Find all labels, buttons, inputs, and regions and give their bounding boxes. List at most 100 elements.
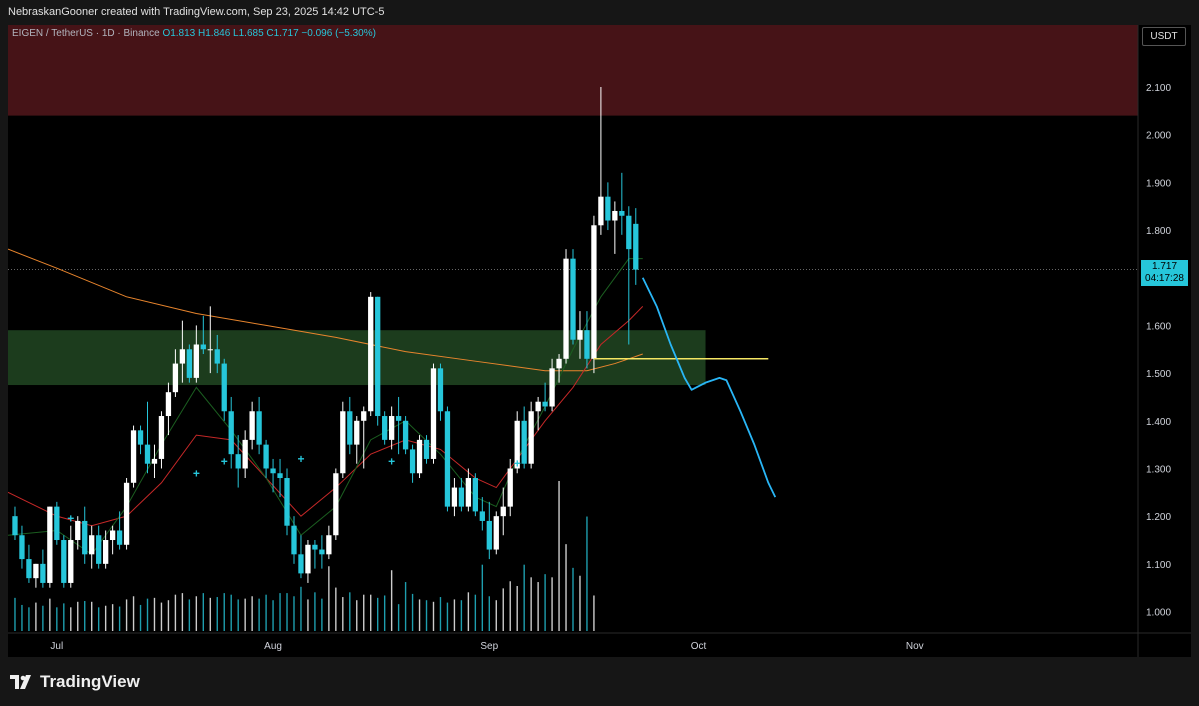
- symbol-legend[interactable]: EIGEN / TetherUS · 1D · Binance O1.813 H…: [12, 28, 376, 39]
- candle-body: [521, 420, 527, 464]
- candle-body: [361, 411, 367, 421]
- candle-body: [472, 478, 478, 512]
- candle-body: [270, 468, 276, 474]
- candle-body: [333, 473, 339, 536]
- candle-body: [61, 540, 67, 583]
- price-chart[interactable]: + + + + + +1.000 1.100 1.200 1.300 1.400 1.500 1.60…: [8, 25, 1191, 657]
- candle-body: [291, 525, 297, 555]
- candle-body: [256, 411, 262, 445]
- chart-area[interactable]: + + + + + +1.000 1.100 1.200 1.300 1.400 1.500 1.60…: [8, 25, 1191, 657]
- candle-body: [584, 330, 590, 359]
- time-tick-label: Nov: [906, 641, 924, 652]
- candle-body: [144, 444, 151, 464]
- candle-body: [402, 420, 409, 450]
- candle-body: [368, 296, 374, 412]
- candle-body: [200, 344, 206, 350]
- candle-body: [437, 368, 444, 412]
- candle-body: [528, 411, 534, 464]
- candle-body: [319, 549, 325, 555]
- candle-body: [423, 439, 430, 459]
- price-tick-label: 1.100: [1146, 560, 1171, 571]
- price-tick-label: 1.300: [1146, 464, 1171, 475]
- candle-body: [542, 401, 548, 407]
- candle-body: [19, 535, 25, 560]
- candle-body: [451, 487, 458, 507]
- candle-body: [298, 554, 304, 574]
- candle-body: [75, 520, 81, 541]
- candle-body: [486, 520, 492, 550]
- candle-body: [242, 439, 248, 469]
- last-price-value: 1.717: [1151, 261, 1178, 272]
- candle-body: [549, 368, 555, 407]
- candle-body: [458, 487, 465, 507]
- candle-body: [12, 516, 18, 536]
- candle-body: [130, 430, 137, 483]
- candle-body: [103, 540, 109, 564]
- signal-marker: +: [67, 512, 74, 526]
- candle-body: [151, 458, 158, 464]
- projection-path: [641, 277, 777, 498]
- candle-body: [430, 368, 437, 459]
- candle-body: [354, 420, 360, 445]
- candle-body: [116, 530, 123, 545]
- candle-body: [214, 349, 220, 364]
- candle-body: [500, 506, 506, 517]
- price-tick-label: 1.500: [1146, 369, 1171, 380]
- candle-body: [249, 411, 255, 440]
- candle-body: [186, 349, 193, 378]
- price-tick-label: 1.800: [1146, 226, 1171, 237]
- candle-body: [535, 401, 541, 412]
- candle-body: [563, 258, 569, 359]
- candle-body: [68, 540, 74, 583]
- price-tick-label: 2.000: [1146, 131, 1171, 142]
- candle-body: [556, 358, 562, 369]
- tradingview-logo[interactable]: TradingView: [10, 672, 140, 692]
- price-tick-label: 1.600: [1146, 321, 1171, 332]
- candle-body: [40, 563, 46, 583]
- candle-body: [340, 411, 346, 474]
- price-tick-label: 1.000: [1146, 608, 1171, 619]
- candle-body: [96, 535, 102, 564]
- candle-body: [570, 258, 576, 340]
- candle-body: [479, 511, 485, 521]
- candle-body: [305, 544, 311, 574]
- support-zone: [8, 330, 706, 386]
- time-tick-label: Aug: [264, 641, 282, 652]
- candle-body: [326, 535, 332, 555]
- candle-body: [158, 416, 165, 459]
- price-tick-label: 2.100: [1146, 83, 1171, 94]
- candle-body: [193, 344, 199, 378]
- candle-body: [382, 416, 388, 440]
- candle-body: [26, 559, 32, 579]
- candle-body: [123, 482, 130, 545]
- candle-body: [605, 196, 611, 221]
- candle-body: [444, 411, 451, 507]
- candle-body: [172, 363, 179, 393]
- candle-body: [612, 210, 618, 221]
- candle-body: [284, 478, 290, 526]
- bar-countdown: 04:17:28: [1145, 273, 1184, 284]
- candle-body: [221, 363, 227, 412]
- candle-body: [388, 416, 395, 440]
- candle-body: [598, 196, 604, 226]
- candle-body: [137, 430, 144, 445]
- candle-body: [577, 330, 583, 340]
- candle-body: [465, 478, 472, 507]
- candle-body: [207, 349, 213, 351]
- price-tick-label: 1.900: [1146, 178, 1171, 189]
- candle-body: [591, 225, 597, 359]
- brand-name: TradingView: [40, 672, 140, 691]
- time-tick-label: Sep: [480, 641, 498, 652]
- currency-label[interactable]: USDT: [1142, 27, 1186, 46]
- candle-body: [375, 296, 381, 417]
- signal-marker: +: [221, 454, 228, 468]
- candle-body: [263, 444, 269, 469]
- last-price-tag: 1.717 04:17:28: [1141, 260, 1188, 286]
- ohlc-values: O1.813 H1.846 L1.685 C1.717 −0.096 (−5.3…: [162, 28, 376, 39]
- time-tick-label: Oct: [691, 641, 707, 652]
- signal-marker: +: [193, 466, 200, 480]
- candle-body: [626, 215, 632, 250]
- candle-body: [416, 439, 423, 474]
- candle-body: [33, 563, 39, 579]
- price-tick-label: 1.400: [1146, 417, 1171, 428]
